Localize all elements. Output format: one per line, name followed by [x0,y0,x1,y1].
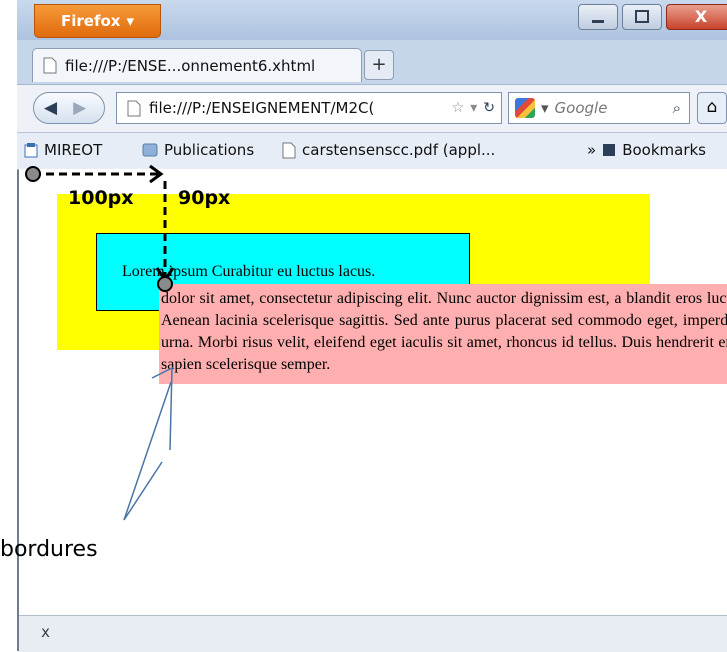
pink-box-text: dolor sit amet, consectetur adipiscing e… [161,290,727,373]
chevron-down-icon: ▾ [126,12,134,30]
tab-active[interactable]: file:///P:/ENSE...onnement6.xhtml [32,48,362,82]
chevron-double-right-icon: » [587,141,597,159]
bookmark-carstensen[interactable]: carstensenscc.pdf (appl... [282,141,495,159]
bookmark-publications[interactable]: Publications [142,141,254,159]
close-icon: X [694,7,708,26]
vertical-offset-label: 90px [178,187,231,209]
folder-icon [142,143,158,157]
star-icon[interactable]: ☆ [452,100,465,116]
bookmark-label: Publications [164,141,255,159]
home-button[interactable]: ⌂ [697,92,727,124]
bookmark-mireot[interactable]: MIREOT [24,141,102,159]
firefox-button-label: Firefox [61,12,121,30]
url-bar[interactable]: file:///P:/ENSEIGNEMENT/M2C( ☆ ▾ ↻ [116,92,502,124]
bookmarks-overflow[interactable]: » Bookmarks [587,141,706,159]
bookmark-label: carstensenscc.pdf (appl... [302,141,496,159]
firefox-menu-button[interactable]: Firefox ▾ [34,4,161,38]
minimize-icon [592,20,604,23]
bookmark-page-icon [24,143,38,158]
bookmarks-icon [603,144,616,156]
home-icon: ⌂ [706,97,718,117]
new-tab-button[interactable]: + [364,50,394,80]
document-icon [43,57,57,74]
horizontal-offset-label: 100px [68,187,134,209]
cyan-box-text: Lorem ipsum Curabitur eu luctus lacus. [122,263,376,280]
search-input[interactable]: ▾ Google ⌕ [508,92,690,124]
google-icon[interactable] [515,98,535,118]
back-forward-group: ◀ ▶ [33,92,105,124]
maximize-icon [635,10,649,23]
document-icon [127,100,141,116]
tab-title: file:///P:/ENSE...onnement6.xhtml [65,56,316,75]
chevron-down-icon[interactable]: ▾ [541,99,549,117]
close-window-button[interactable]: X [666,4,727,30]
status-bar: x [19,615,727,652]
chevron-down-icon[interactable]: ▾ [470,100,477,116]
plus-icon: + [371,54,387,75]
floating-pink-box: dolor sit amet, consectetur adipiscing e… [159,284,727,384]
reload-icon[interactable]: ↻ [483,100,495,116]
bordures-callout-label: bordures [0,537,98,562]
search-icon[interactable]: ⌕ [673,99,681,117]
back-arrow-icon[interactable]: ◀ [44,98,57,118]
forward-arrow-icon[interactable]: ▶ [73,98,86,118]
document-icon [282,142,296,158]
url-text: file:///P:/ENSEIGNEMENT/M2C( [149,99,375,117]
close-icon[interactable]: x [41,623,50,641]
bookmarks-menu-label: Bookmarks [622,141,706,159]
search-placeholder: Google [554,99,608,117]
bookmark-label: MIREOT [44,141,103,159]
maximize-button[interactable] [622,4,662,30]
minimize-button[interactable] [578,4,618,30]
